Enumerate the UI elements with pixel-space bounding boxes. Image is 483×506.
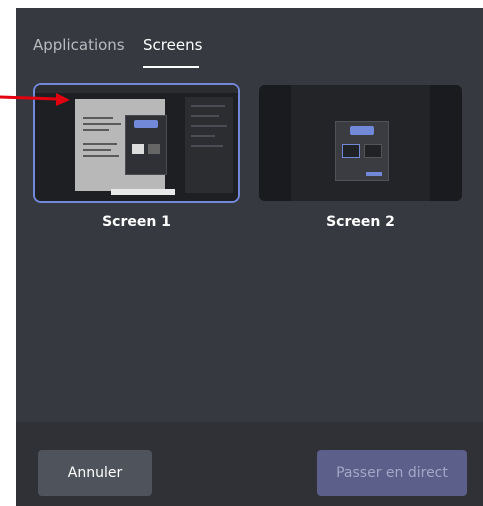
tab-screens[interactable]: Screens <box>143 36 202 54</box>
tab-applications[interactable]: Applications <box>33 36 125 54</box>
screen-1-thumbnail[interactable] <box>35 85 238 201</box>
screen-2-thumbnail[interactable] <box>259 85 462 201</box>
screen-2-label: Screen 2 <box>326 214 395 230</box>
screen-1-label: Screen 1 <box>102 214 171 230</box>
share-dialog-preview <box>335 121 389 181</box>
cancel-button[interactable]: Annuler <box>38 450 152 496</box>
screen-share-modal: Applications Screens Screen 1 Screen 2 A… <box>16 8 483 506</box>
modal-footer: Annuler Passer en direct <box>16 422 483 506</box>
active-tab-indicator <box>143 66 199 68</box>
source-tabs: Applications Screens <box>16 8 483 74</box>
go-live-button[interactable]: Passer en direct <box>317 450 467 496</box>
